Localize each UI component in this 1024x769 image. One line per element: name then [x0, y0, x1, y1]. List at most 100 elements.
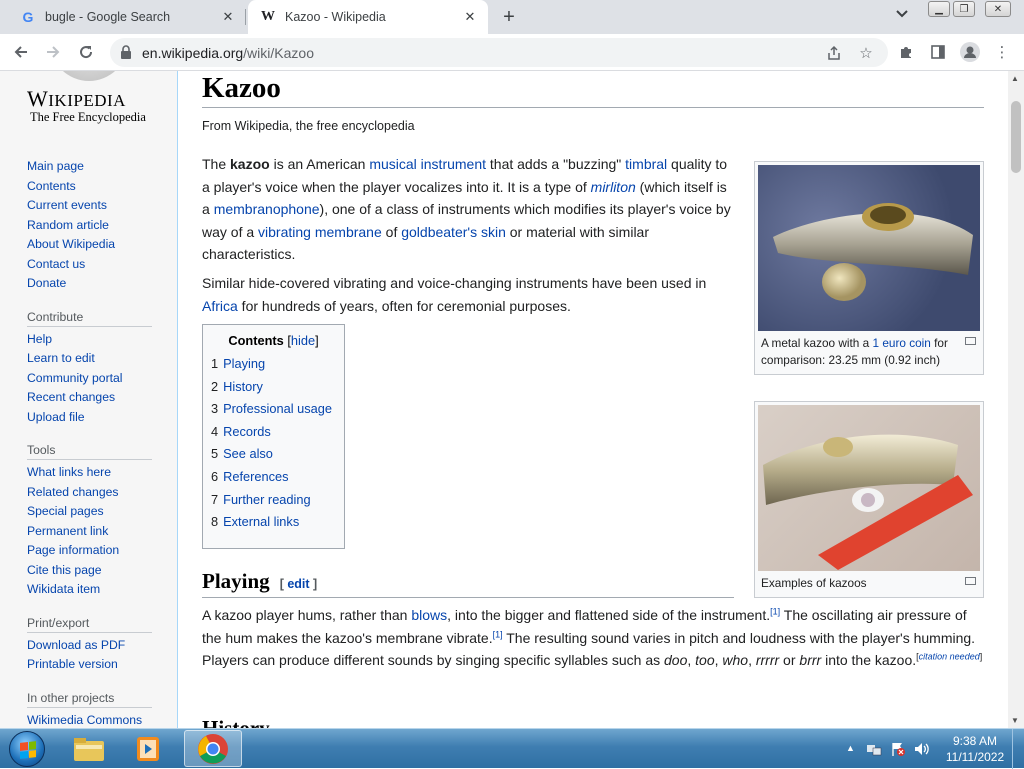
link-vibrating-membrane[interactable]: vibrating membrane	[258, 224, 382, 240]
toc-hide-link[interactable]: hide	[291, 333, 315, 348]
tab-title: bugle - Google Search	[45, 10, 171, 24]
link-musical-instrument[interactable]: musical instrument	[369, 156, 486, 172]
sidebar-link-related-changes[interactable]: Related changes	[27, 485, 118, 499]
bookmark-star-icon[interactable]: ☆	[856, 43, 876, 63]
sidebar-link-current-events[interactable]: Current events	[27, 198, 107, 212]
toc-link-further-reading[interactable]: Further reading	[223, 492, 311, 507]
scroll-down-arrow-icon[interactable]: ▼	[1011, 716, 1019, 725]
sidebar-link-wikimedia-commons[interactable]: Wikimedia Commons	[27, 713, 142, 727]
reference-1[interactable]: [1]	[770, 606, 780, 616]
toc-item[interactable]: 7 Further reading	[211, 489, 336, 512]
link-blows[interactable]: blows	[411, 607, 447, 623]
link-membranophone[interactable]: membranophone	[214, 201, 320, 217]
close-tab-icon[interactable]: ✕	[220, 9, 236, 25]
sidebar-link-random-article[interactable]: Random article	[27, 218, 109, 232]
toc-item[interactable]: 1 Playing	[211, 353, 336, 376]
toc-link-see-also[interactable]: See also	[223, 446, 273, 461]
restore-button[interactable]: ❐	[953, 1, 975, 17]
clock-date: 11/11/2022	[945, 750, 1005, 764]
clock-time: 9:38 AM	[952, 734, 998, 748]
enlarge-icon[interactable]	[965, 337, 976, 345]
toc-link-history[interactable]: History	[223, 379, 263, 394]
link-mirliton[interactable]: mirliton	[591, 179, 636, 195]
toc-link-external-links[interactable]: External links	[223, 514, 299, 529]
network-icon[interactable]	[866, 741, 882, 760]
close-tab-icon[interactable]: ✕	[462, 9, 478, 25]
file-explorer-taskbar-button[interactable]	[60, 730, 118, 767]
chrome-taskbar-button[interactable]	[184, 730, 242, 767]
toc-item[interactable]: 6 References	[211, 466, 336, 489]
sidebar-link-donate[interactable]: Donate	[27, 276, 66, 290]
wikipedia-favicon-icon: W	[261, 9, 275, 24]
kazoo-examples-image[interactable]	[758, 405, 980, 571]
minimize-button[interactable]: ▁	[928, 1, 950, 17]
lock-icon[interactable]	[120, 45, 132, 64]
sidebar-link-learn-to-edit[interactable]: Learn to edit	[27, 351, 95, 365]
scrollbar-thumb[interactable]	[1011, 101, 1021, 173]
reload-button[interactable]	[74, 40, 98, 64]
sidebar-link-special-pages[interactable]: Special pages	[27, 504, 104, 518]
site-subtitle: From Wikipedia, the free encyclopedia	[202, 119, 415, 133]
new-tab-button[interactable]: +	[498, 6, 520, 28]
media-player-taskbar-button[interactable]	[120, 730, 178, 767]
sidebar-link-community-portal[interactable]: Community portal	[27, 371, 123, 385]
toc-item[interactable]: 4 Records	[211, 421, 336, 444]
link-1-euro-coin[interactable]: 1 euro coin	[872, 336, 930, 350]
metal-kazoo-image[interactable]	[758, 165, 980, 331]
close-window-button[interactable]: ✕	[985, 1, 1011, 17]
sidebar-link-download-pdf[interactable]: Download as PDF	[27, 638, 125, 652]
toc-item[interactable]: 8 External links	[211, 511, 336, 534]
show-desktop-button[interactable]	[1012, 729, 1024, 769]
toc-item[interactable]: 3 Professional usage	[211, 398, 336, 421]
sidebar-link-help[interactable]: Help	[27, 332, 52, 346]
scroll-up-arrow-icon[interactable]: ▲	[1011, 74, 1019, 83]
volume-icon[interactable]	[913, 741, 931, 760]
link-africa[interactable]: Africa	[202, 298, 238, 314]
action-center-flag-icon[interactable]	[890, 741, 906, 760]
forward-button[interactable]	[41, 40, 65, 64]
citation-needed-link[interactable]: citation needed	[919, 651, 980, 661]
toc-item[interactable]: 5 See also	[211, 443, 336, 466]
tab-kazoo-wikipedia[interactable]: W Kazoo - Wikipedia ✕	[248, 0, 488, 34]
chrome-menu-icon[interactable]: ⋮	[992, 42, 1012, 62]
link-timbral[interactable]: timbral	[625, 156, 667, 172]
taskbar-clock[interactable]: 9:38 AM 11/11/2022	[940, 733, 1010, 765]
sidebar-link-printable-version[interactable]: Printable version	[27, 657, 118, 671]
sidebar-link-contact[interactable]: Contact us	[27, 257, 85, 271]
sidebar-link-page-information[interactable]: Page information	[27, 543, 119, 557]
profile-avatar-icon[interactable]	[960, 42, 980, 62]
sidebar-link-what-links-here[interactable]: What links here	[27, 465, 111, 479]
sidebar-link-recent-changes[interactable]: Recent changes	[27, 390, 115, 404]
address-bar[interactable]: en.wikipedia.org/wiki/Kazoo ☆	[110, 38, 888, 67]
toc-item[interactable]: 2 History	[211, 376, 336, 399]
sidebar-heading-print-export: Print/export	[27, 613, 152, 633]
edit-section-link[interactable]: edit	[287, 577, 309, 591]
back-button[interactable]	[9, 40, 33, 64]
side-panel-icon[interactable]	[928, 42, 948, 62]
tab-search-chevron-icon[interactable]	[895, 8, 909, 22]
url-text[interactable]: en.wikipedia.org/wiki/Kazoo	[142, 45, 314, 61]
link-goldbeaters-skin[interactable]: goldbeater's skin	[401, 224, 506, 240]
enlarge-icon[interactable]	[965, 577, 976, 585]
sidebar-link-permanent-link[interactable]: Permanent link	[27, 524, 108, 538]
sidebar-link-wikidata-item[interactable]: Wikidata item	[27, 582, 100, 596]
toc-link-records[interactable]: Records	[223, 424, 271, 439]
tab-strip: G bugle - Google Search ✕ W Kazoo - Wiki…	[0, 0, 1024, 34]
sidebar-link-main-page[interactable]: Main page	[27, 159, 84, 173]
share-icon[interactable]	[824, 43, 844, 63]
toc-link-professional-usage[interactable]: Professional usage	[223, 401, 332, 416]
sidebar-link-contents[interactable]: Contents	[27, 179, 76, 193]
start-button[interactable]	[9, 731, 45, 767]
tab-google-search[interactable]: G bugle - Google Search ✕	[8, 0, 246, 34]
sidebar-link-cite-this-page[interactable]: Cite this page	[27, 563, 102, 577]
sidebar-link-about[interactable]: About Wikipedia	[27, 237, 115, 251]
reference-1[interactable]: [1]	[493, 629, 503, 639]
show-hidden-icons-icon[interactable]: ▲	[846, 743, 855, 753]
toc-link-playing[interactable]: Playing	[223, 356, 265, 371]
page-scrollbar[interactable]: ▲ ▼	[1008, 71, 1024, 728]
image-caption-metal-kazoo: A metal kazoo with a 1 euro coin for com…	[758, 331, 980, 371]
image-caption-examples: Examples of kazoos	[758, 571, 980, 594]
sidebar-link-upload-file[interactable]: Upload file	[27, 410, 85, 424]
extensions-puzzle-icon[interactable]	[896, 42, 916, 62]
toc-link-references[interactable]: References	[223, 469, 288, 484]
